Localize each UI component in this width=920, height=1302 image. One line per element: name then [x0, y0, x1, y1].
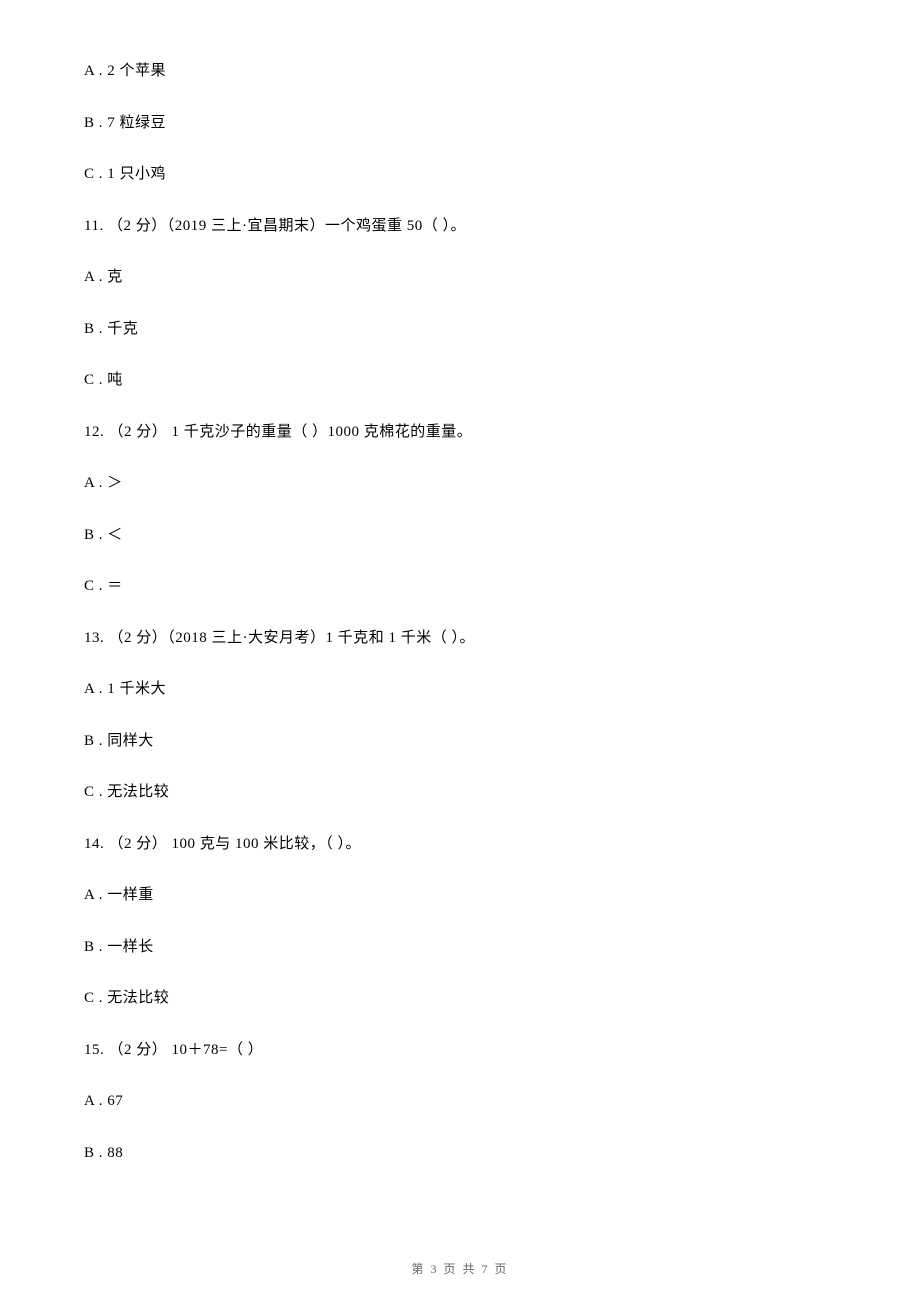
q14-option-c: C . 无法比较 [84, 987, 836, 1010]
q15-stem: 15. （2 分） 10＋78=（ ） [84, 1039, 836, 1062]
q12-option-b: B . ＜ [84, 524, 836, 547]
q15-option-a: A . 67 [84, 1090, 836, 1113]
q13-option-c: C . 无法比较 [84, 781, 836, 804]
q14-option-a: A . 一样重 [84, 884, 836, 907]
q12-stem: 12. （2 分） 1 千克沙子的重量（ ）1000 克棉花的重量。 [84, 421, 836, 444]
q10-option-c: C . 1 只小鸡 [84, 163, 836, 186]
q15-option-b: B . 88 [84, 1142, 836, 1165]
q12-option-a: A . ＞ [84, 472, 836, 495]
q11-stem: 11. （2 分）（2019 三上·宜昌期末）一个鸡蛋重 50（ ）。 [84, 215, 836, 238]
q14-stem: 14. （2 分） 100 克与 100 米比较，（ ）。 [84, 833, 836, 856]
q11-option-a: A . 克 [84, 266, 836, 289]
q13-option-a: A . 1 千米大 [84, 678, 836, 701]
q10-option-b: B . 7 粒绿豆 [84, 112, 836, 135]
document-page: A . 2 个苹果 B . 7 粒绿豆 C . 1 只小鸡 11. （2 分）（… [0, 0, 920, 1302]
q13-stem: 13. （2 分）（2018 三上·大安月考）1 千克和 1 千米（ ）。 [84, 627, 836, 650]
q11-option-c: C . 吨 [84, 369, 836, 392]
q11-option-b: B . 千克 [84, 318, 836, 341]
page-footer: 第 3 页 共 7 页 [0, 1260, 920, 1277]
q12-option-c: C . ＝ [84, 575, 836, 598]
q14-option-b: B . 一样长 [84, 936, 836, 959]
q13-option-b: B . 同样大 [84, 730, 836, 753]
q10-option-a: A . 2 个苹果 [84, 60, 836, 83]
